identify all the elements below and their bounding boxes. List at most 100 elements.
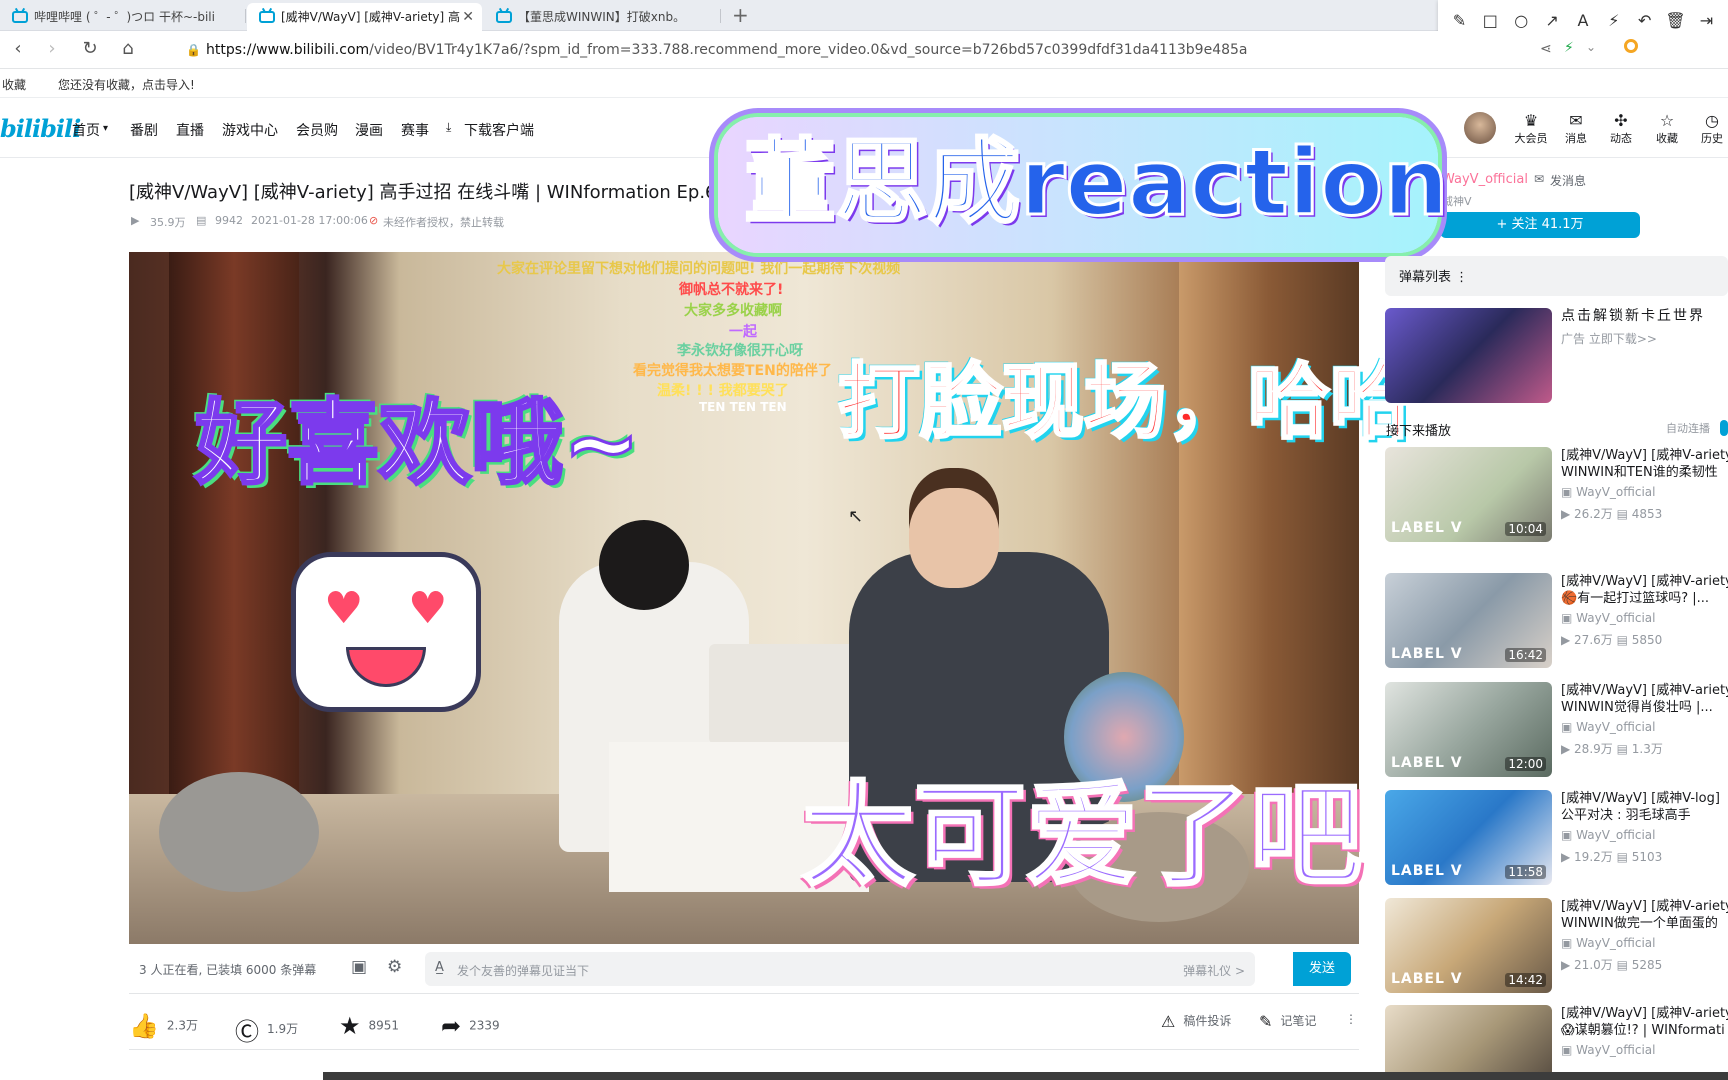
text-tool-icon[interactable]: A bbox=[1572, 11, 1594, 30]
video-thumbnail: LABEL V 16:42 bbox=[1385, 573, 1552, 668]
coin-icon: Ⓒ bbox=[235, 1018, 259, 1046]
avatar[interactable] bbox=[1464, 112, 1496, 144]
search-engine-icon[interactable] bbox=[1624, 39, 1638, 53]
dynamics-button[interactable]: ✣ 动态 bbox=[1601, 112, 1641, 146]
tab-label: 哔哩哔哩 ( ゜- ゜)つロ 干杯~-bili bbox=[34, 10, 215, 24]
label-v-logo: LABEL V bbox=[1391, 755, 1463, 771]
video-stats: ▶ 26.2万 ▤ 4853 bbox=[1561, 507, 1663, 521]
ad-card[interactable]: 点击解锁新卡丘世界 广告 立即下载>> bbox=[1385, 308, 1728, 403]
caption-bottom-overlay: 太可爱了吧 bbox=[801, 771, 1364, 901]
browser-tab-2[interactable]: [威神V/WayV] [威神V-ariety] 高 ✕ bbox=[247, 3, 482, 31]
history-button[interactable]: ◷ 历史 bbox=[1692, 112, 1728, 146]
related-video-card[interactable]: LABEL V 12:00 [威神V/WayV] [威神V-ariety] WINW… bbox=[1385, 682, 1728, 777]
favorite-button[interactable]: ★ 8951 bbox=[339, 1012, 399, 1040]
pencil-icon[interactable]: ✎ bbox=[1448, 11, 1470, 30]
nav-games[interactable]: 游戏中心 bbox=[222, 120, 278, 140]
nav-download-client[interactable]: 下载客户端 bbox=[464, 120, 534, 140]
danmaku-input[interactable]: A̲ 发个友善的弹幕见证当下 弹幕礼仪 > bbox=[425, 952, 1255, 986]
forward-icon[interactable]: › bbox=[40, 38, 64, 59]
nav-mall[interactable]: 会员购 bbox=[296, 120, 338, 140]
share-icon[interactable]: ⋖ bbox=[1540, 41, 1552, 57]
text-format-icon[interactable]: A̲ bbox=[435, 960, 444, 975]
label-v-logo: LABEL V bbox=[1391, 971, 1463, 987]
home-icon[interactable]: ⌂ bbox=[116, 38, 140, 59]
video-uploader[interactable]: ▣ WayV_official bbox=[1561, 828, 1655, 842]
nav-manga[interactable]: 漫画 bbox=[355, 120, 383, 140]
magic-wand-icon[interactable]: ⚡ bbox=[1603, 11, 1625, 30]
exit-icon[interactable]: ⇥ bbox=[1695, 11, 1717, 30]
nav-esports[interactable]: 赛事 bbox=[401, 120, 429, 140]
send-message-link[interactable]: 发消息 bbox=[1550, 172, 1586, 189]
new-tab-button[interactable]: + bbox=[732, 3, 749, 27]
reload-icon[interactable]: ↻ bbox=[78, 38, 102, 59]
like-button[interactable]: 👍 2.3万 bbox=[129, 1012, 198, 1040]
related-video-card[interactable]: LABEL V 10:04 [威神V/WayV] [威神V-ariety] WINW… bbox=[1385, 447, 1728, 542]
more-options-icon[interactable]: ⋮ bbox=[1345, 1012, 1357, 1026]
notes-button[interactable]: ✎ 记笔记 bbox=[1259, 1012, 1316, 1031]
favorite-count: 8951 bbox=[368, 1018, 400, 1033]
like-count: 2.3万 bbox=[166, 1018, 198, 1033]
favorites-label: 收藏 bbox=[1656, 132, 1678, 145]
up-next-label: 接下来播放 bbox=[1386, 424, 1452, 439]
nav-home[interactable]: 首页 bbox=[72, 120, 100, 140]
watching-count: 3 人正在看, 已装填 6000 条弹幕 bbox=[139, 963, 317, 977]
vip-button[interactable]: ♛ 大会员 bbox=[1511, 112, 1551, 146]
video-uploader[interactable]: ▣ WayV_official bbox=[1561, 485, 1655, 499]
label-v-logo: LABEL V bbox=[1391, 520, 1463, 536]
video-duration: 11:58 bbox=[1505, 865, 1546, 879]
video-duration: 16:42 bbox=[1505, 648, 1546, 662]
nav-live[interactable]: 直播 bbox=[176, 120, 204, 140]
browser-tab-3[interactable]: 【董思成WINWIN】打破xnb。 bbox=[484, 3, 719, 31]
danmaku-list-header[interactable]: 弹幕列表 ⋮ bbox=[1385, 256, 1728, 296]
share-button[interactable]: ➦ 2339 bbox=[441, 1012, 500, 1040]
related-video-card[interactable]: LABEL V 11:58 [威神V/WayV] [威神V-log] 公平对决 : … bbox=[1385, 790, 1728, 885]
url-path: /video/BV1Tr4y1K7a6/?spm_id_from=333.788… bbox=[369, 42, 1248, 58]
uploader-name[interactable]: WayV_official bbox=[1442, 172, 1528, 187]
import-bookmarks-link[interactable]: 您还没有收藏，点击导入! bbox=[58, 76, 195, 93]
bilibili-logo[interactable]: bilibili bbox=[0, 114, 81, 143]
play-count-icon: ▶ bbox=[131, 214, 140, 227]
danmaku-toggle-icon[interactable]: ▣ bbox=[351, 957, 367, 977]
danmaku-settings-icon[interactable]: ⚙ bbox=[387, 957, 402, 977]
messages-label: 消息 bbox=[1565, 132, 1587, 145]
autoplay-toggle[interactable] bbox=[1720, 420, 1728, 436]
danmaku-item: 御帆总不就来了! bbox=[679, 282, 784, 298]
messages-button[interactable]: ✉ 消息 bbox=[1556, 112, 1596, 146]
mail-icon: ✉ bbox=[1534, 172, 1545, 186]
danmaku-item: 大家多多收藏啊 bbox=[684, 303, 782, 319]
related-video-card[interactable]: [威神V/WayV] [威神V-ariety] 😱谋朝篡位!? | WINform… bbox=[1385, 1005, 1728, 1080]
arrow-icon[interactable]: ↗ bbox=[1541, 11, 1563, 30]
related-video-card[interactable]: LABEL V 16:42 [威神V/WayV] [威神V-ariety] 🏀有一起… bbox=[1385, 573, 1728, 668]
circle-icon[interactable]: ○ bbox=[1510, 11, 1532, 30]
related-video-card[interactable]: LABEL V 14:42 [威神V/WayV] [威神V-ariety] WINW… bbox=[1385, 898, 1728, 993]
rectangle-icon[interactable]: □ bbox=[1479, 11, 1501, 30]
nav-anime[interactable]: 番剧 bbox=[130, 120, 158, 140]
vip-label: 大会员 bbox=[1514, 132, 1548, 145]
warning-icon: ⚠ bbox=[1161, 1012, 1176, 1031]
send-danmaku-button[interactable]: 发送 bbox=[1293, 952, 1351, 986]
video-uploader[interactable]: ▣ WayV_official bbox=[1561, 936, 1655, 950]
ad-thumbnail bbox=[1385, 308, 1552, 403]
back-icon[interactable]: ‹ bbox=[6, 38, 30, 59]
video-thumbnail: LABEL V 11:58 bbox=[1385, 790, 1552, 885]
favorites-button[interactable]: ☆ 收藏 bbox=[1647, 112, 1687, 146]
coin-button[interactable]: Ⓒ 1.9万 bbox=[235, 1012, 298, 1047]
browser-tab-1[interactable]: 哔哩哔哩 ( ゜- ゜)つロ 干杯~-bili bbox=[0, 3, 245, 31]
bilibili-tv-sticker-icon: ♥ ♥ bbox=[291, 552, 481, 712]
video-uploader[interactable]: ▣ WayV_official bbox=[1561, 1043, 1655, 1057]
video-thumbnail: LABEL V 14:42 bbox=[1385, 898, 1552, 993]
close-tab-icon[interactable]: ✕ bbox=[462, 3, 474, 31]
url-field[interactable]: https://www.bilibili.com/video/BV1Tr4y1K… bbox=[206, 42, 1248, 58]
bookmarks-menu[interactable]: 收藏 bbox=[2, 76, 26, 93]
video-uploader[interactable]: ▣ WayV_official bbox=[1561, 720, 1655, 734]
caption-right-overlay: 打脸现场，哈哈 bbox=[836, 355, 1413, 450]
follow-button[interactable]: + 关注 41.1万 bbox=[1440, 212, 1640, 238]
trash-icon[interactable]: 🗑 bbox=[1665, 11, 1687, 30]
lightning-icon[interactable]: ⚡ bbox=[1564, 40, 1574, 56]
danmaku-etiquette-link[interactable]: 弹幕礼仪 > bbox=[1183, 962, 1245, 979]
video-uploader[interactable]: ▣ WayV_official bbox=[1561, 611, 1655, 625]
more-options-icon[interactable]: ⋮ bbox=[1455, 270, 1468, 285]
chevron-down-icon[interactable]: ⌄ bbox=[1586, 40, 1596, 54]
undo-icon[interactable]: ↶ bbox=[1634, 11, 1656, 30]
report-button[interactable]: ⚠ 稿件投诉 bbox=[1161, 1012, 1231, 1031]
